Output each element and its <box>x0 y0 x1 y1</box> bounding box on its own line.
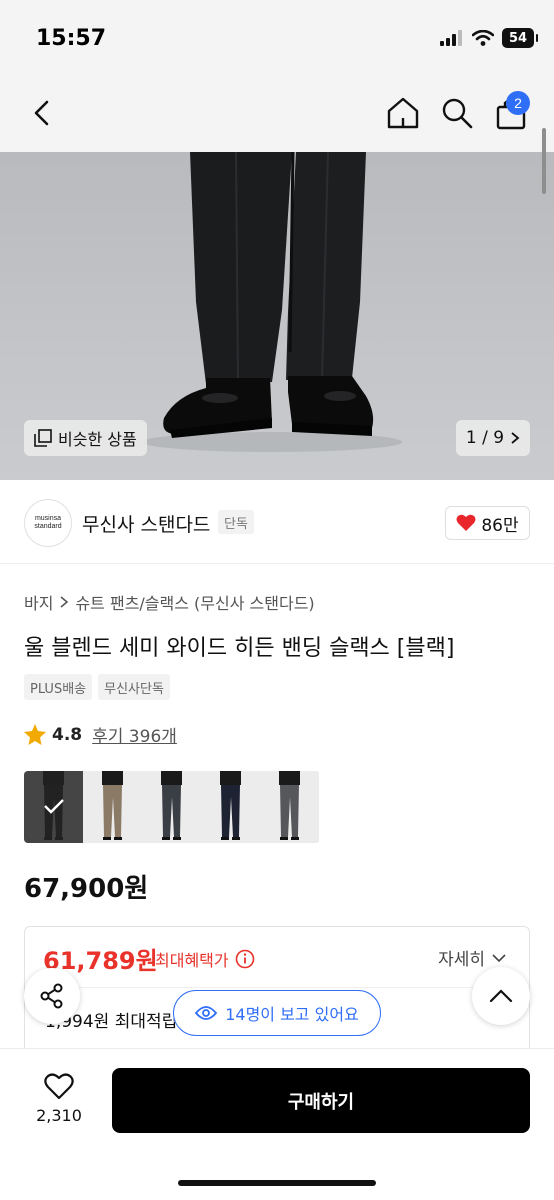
check-icon <box>44 799 64 814</box>
wifi-icon <box>472 30 494 46</box>
scroll-to-top-button[interactable] <box>472 967 530 1025</box>
rating-value: 4.8 <box>52 724 83 745</box>
wishlist-count: 2,310 <box>36 1106 82 1125</box>
similar-products-button[interactable]: 비슷한 상품 <box>24 420 147 456</box>
home-indicator[interactable] <box>178 1180 376 1186</box>
rating-row: 4.8 후기 396개 <box>24 722 177 747</box>
wishlist-button[interactable]: 2,310 <box>30 1073 88 1125</box>
back-arrow-icon[interactable] <box>26 96 60 130</box>
brand-row: musinsa standard 무신사 스탠다드 단독 86만 <box>0 480 554 564</box>
max-benefit-label: 최대혜택가 <box>155 951 229 970</box>
brand-logo[interactable]: musinsa standard <box>24 499 72 547</box>
color-option-thumbnail[interactable] <box>24 771 83 843</box>
chevron-right-icon <box>60 596 69 608</box>
battery-level: 54 <box>508 30 528 46</box>
max-benefit-label-group: 최대혜택가 <box>155 947 255 971</box>
plus-delivery-tag: PLUS배송 <box>24 674 93 700</box>
model-figure <box>279 771 300 840</box>
image-page-indicator[interactable]: 1 / 9 <box>456 420 530 456</box>
home-icon[interactable] <box>384 94 422 132</box>
buy-button[interactable]: 구매하기 <box>112 1068 530 1133</box>
chevron-right-icon <box>511 432 520 444</box>
search-icon[interactable] <box>438 94 476 132</box>
brand-like-count: 86만 <box>481 515 519 536</box>
signal-icon <box>440 30 462 46</box>
heart-icon <box>456 514 476 531</box>
bottom-action-bar: 2,310 구매하기 <box>0 1048 554 1200</box>
similar-products-icon <box>34 429 52 447</box>
viewers-count-text: 14명이 보고 있어요 <box>225 1005 359 1024</box>
viewers-count-pill: 14명이 보고 있어요 <box>173 990 381 1036</box>
color-option-list <box>24 771 320 843</box>
top-nav: 2 <box>0 80 554 152</box>
breadcrumb: 바지 슈트 팬츠/슬랙스 (무신사 스탠다드) <box>24 590 315 614</box>
brand-exclusive-tag: 단독 <box>218 510 254 534</box>
chevron-down-icon <box>492 953 506 962</box>
benefit-divider <box>43 987 511 988</box>
battery-icon: 54 <box>502 28 538 48</box>
brand-logo-line1: musinsa <box>34 515 62 522</box>
product-tags: PLUS배송 무신사단독 <box>24 674 170 700</box>
breadcrumb-item[interactable]: 바지 <box>24 590 53 614</box>
eye-icon <box>195 1006 218 1020</box>
product-image-carousel[interactable]: 비슷한 상품 1 / 9 <box>0 152 554 480</box>
brand-like-button[interactable]: 86만 <box>445 506 530 540</box>
brand-name[interactable]: 무신사 스탠다드 <box>82 510 210 537</box>
similar-products-label: 비슷한 상품 <box>58 430 137 449</box>
status-icons: 54 <box>440 28 538 48</box>
color-option-thumbnail[interactable] <box>83 771 142 843</box>
color-option-thumbnail[interactable] <box>260 771 319 843</box>
cart-count-badge: 2 <box>506 91 530 115</box>
star-icon <box>24 724 46 745</box>
page-scrollbar[interactable] <box>542 128 546 194</box>
breadcrumb-item[interactable]: 슈트 팬츠/슬랙스 (무신사 스탠다드) <box>75 590 314 614</box>
model-figure <box>161 771 182 840</box>
share-button[interactable] <box>24 968 80 1024</box>
exclusive-tag: 무신사단독 <box>98 674 170 700</box>
share-icon <box>40 983 63 1009</box>
image-page-count: 1 / 9 <box>465 428 505 448</box>
heart-outline-icon <box>44 1073 74 1100</box>
product-price: 67,900원 <box>24 874 149 904</box>
color-option-thumbnail[interactable] <box>201 771 260 843</box>
info-icon[interactable] <box>235 949 255 969</box>
model-figure <box>102 771 123 840</box>
model-figure <box>220 771 241 840</box>
benefit-detail-label: 자세히 <box>438 950 485 970</box>
brand-logo-line2: standard <box>34 523 62 530</box>
product-title: 울 블렌드 세미 와이드 히든 밴딩 슬랙스 [블랙] <box>24 636 455 661</box>
status-bar: 15:57 54 <box>0 0 554 80</box>
review-count-link[interactable]: 후기 396개 <box>92 722 177 747</box>
status-time: 15:57 <box>36 26 107 51</box>
color-option-thumbnail[interactable] <box>142 771 201 843</box>
chevron-up-icon <box>489 989 513 1003</box>
